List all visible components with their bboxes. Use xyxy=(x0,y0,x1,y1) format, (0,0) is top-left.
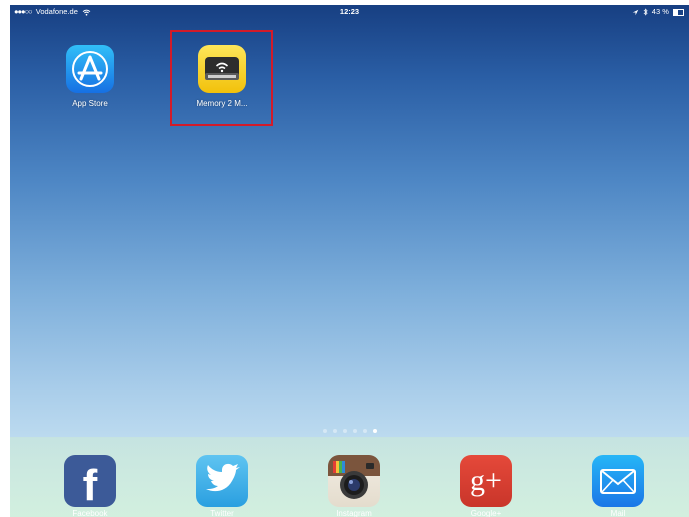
status-right: 43 % xyxy=(632,7,684,16)
facebook-icon: f xyxy=(64,455,116,507)
page-dot[interactable] xyxy=(322,429,327,433)
app-label: Google+ xyxy=(470,509,502,517)
battery-icon xyxy=(673,8,684,16)
location-arrow-icon xyxy=(632,9,638,15)
app-label: Instagram xyxy=(336,509,372,517)
page-dot[interactable] xyxy=(342,429,347,433)
page-indicator[interactable] xyxy=(10,429,689,433)
battery-percent: 43 % xyxy=(651,7,669,16)
bluetooth-icon xyxy=(643,8,648,16)
facebook-app[interactable]: f Facebook xyxy=(50,455,130,517)
highlight-box xyxy=(170,30,273,126)
page-dot[interactable] xyxy=(332,429,337,433)
app-label: App Store xyxy=(72,99,108,108)
clock: 12:23 xyxy=(339,7,360,16)
twitter-icon xyxy=(196,455,248,507)
app-store-app[interactable]: App Store xyxy=(45,45,135,108)
page-dot[interactable] xyxy=(372,429,377,433)
mail-icon xyxy=(592,455,644,507)
app-label: Twitter xyxy=(210,509,234,517)
app-label: Mail xyxy=(610,509,626,517)
status-bar: ●●●○○ Vodafone.de 12:23 43 % xyxy=(10,5,689,19)
ipad-home-screen: ●●●○○ Vodafone.de 12:23 43 % App Store M… xyxy=(10,5,689,517)
instagram-icon xyxy=(328,455,380,507)
page-dot[interactable] xyxy=(352,429,357,433)
app-label: Facebook xyxy=(72,509,108,517)
app-store-icon xyxy=(66,45,114,93)
twitter-app[interactable]: Twitter xyxy=(182,455,262,517)
dock: f Facebook Twitter Instagram g+ Google+ … xyxy=(10,437,689,517)
mail-app[interactable]: Mail xyxy=(578,455,658,517)
instagram-app[interactable]: Instagram xyxy=(314,455,394,517)
page-dot[interactable] xyxy=(362,429,367,433)
google-plus-icon: g+ xyxy=(460,455,512,507)
google-plus-app[interactable]: g+ Google+ xyxy=(446,455,526,517)
